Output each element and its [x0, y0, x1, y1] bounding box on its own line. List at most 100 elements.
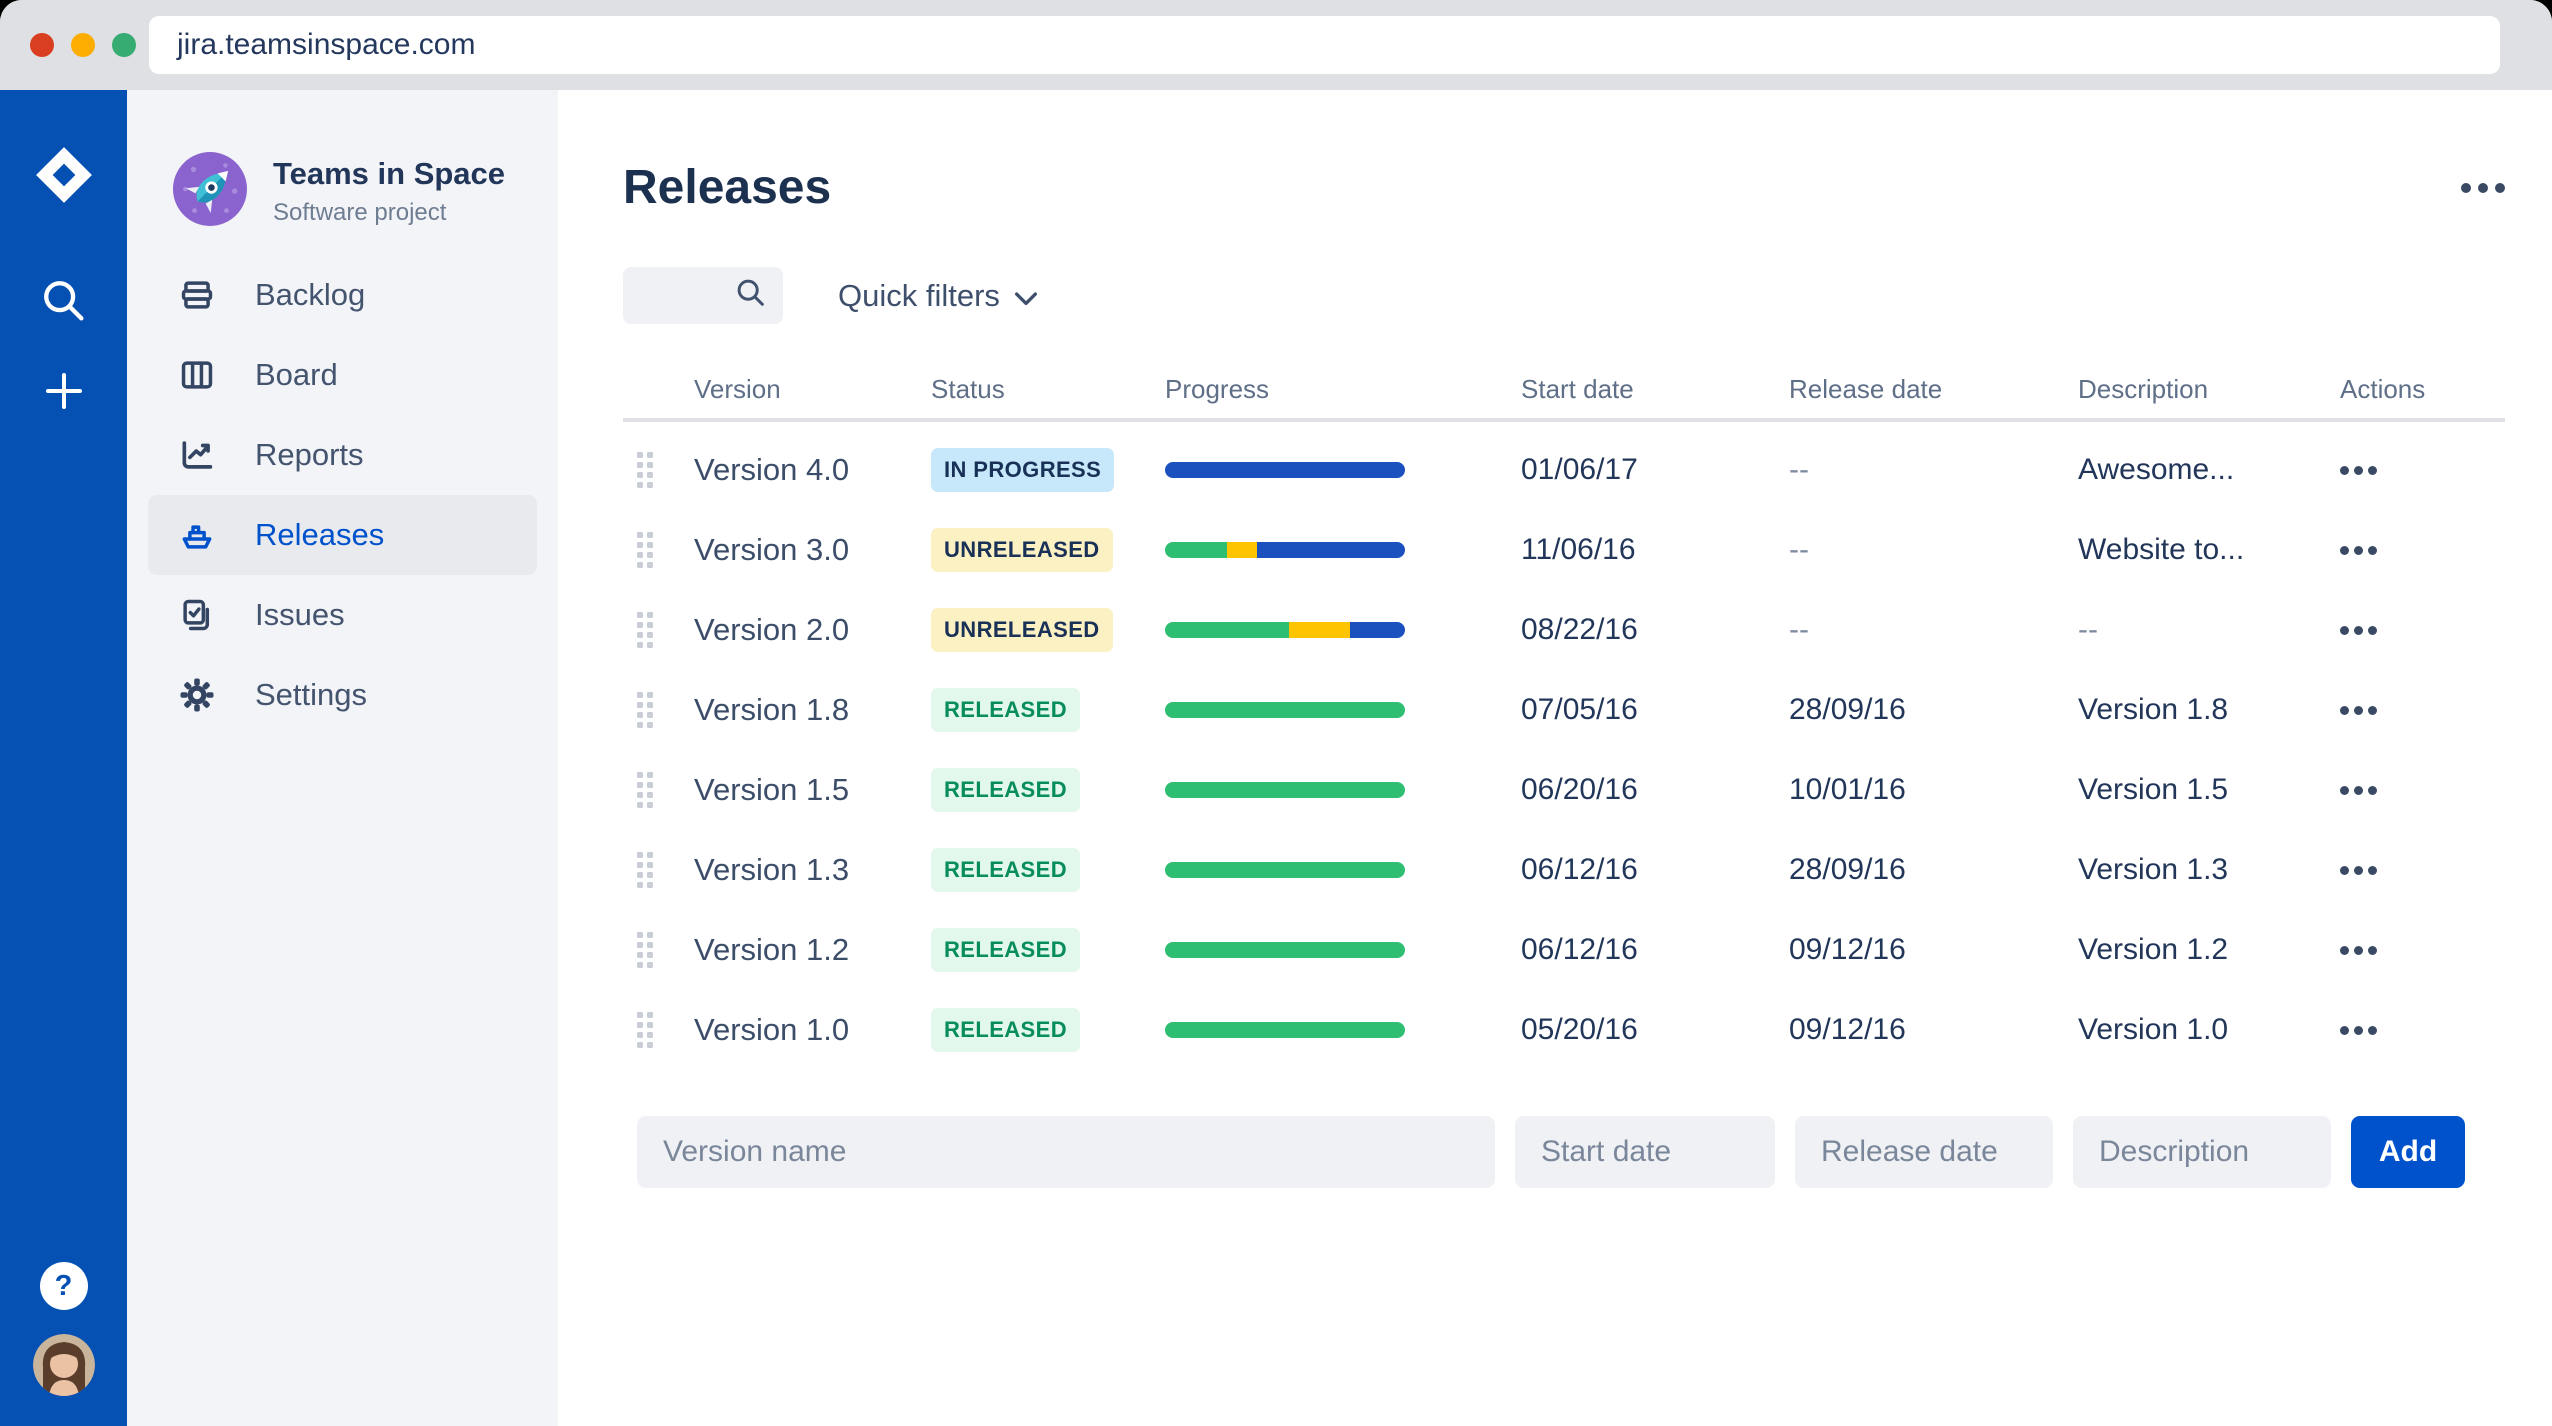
zoom-window-button[interactable] [112, 33, 136, 57]
description: -- [2078, 613, 2098, 646]
version-name: Version 1.0 [694, 1012, 850, 1047]
sidebar-item-board[interactable]: Board [148, 335, 537, 415]
backlog-icon [177, 276, 217, 314]
releases-table: Version Status Progress Start date Relea… [623, 374, 2505, 1070]
drag-handle[interactable] [637, 532, 653, 568]
status-badge: RELEASED [931, 768, 1080, 812]
release-date: -- [1789, 533, 1809, 566]
sidebar-item-backlog[interactable]: Backlog [148, 255, 537, 335]
address-bar[interactable]: jira.teamsinspace.com [149, 16, 2500, 74]
release-search-box[interactable] [623, 267, 783, 324]
version-name: Version 1.5 [694, 772, 850, 807]
start-date: 05/20/16 [1521, 1013, 1638, 1046]
drag-handle[interactable] [637, 1012, 653, 1048]
description: Version 1.8 [2078, 693, 2229, 726]
table-row: Version 1.8 RELEASED 07/05/16 28/09/16 V… [623, 670, 2505, 750]
window-controls [30, 33, 136, 57]
description: Website to... [2078, 533, 2245, 566]
description: Version 1.3 [2078, 853, 2229, 886]
sidebar-item-releases[interactable]: Releases [148, 495, 537, 575]
progress-bar [1165, 782, 1405, 798]
reports-icon [177, 436, 217, 474]
progress-bar [1165, 942, 1405, 958]
status-badge: RELEASED [931, 928, 1080, 972]
release-search-input[interactable] [637, 279, 734, 312]
start-date: 06/20/16 [1521, 773, 1638, 806]
col-header-start-date: Start date [1521, 374, 1634, 404]
page-more-button[interactable] [2461, 182, 2505, 193]
table-row: Version 1.2 RELEASED 06/12/16 09/12/16 V… [623, 910, 2505, 990]
start-date-input[interactable] [1515, 1116, 1775, 1188]
table-row: Version 2.0 UNRELEASED 08/22/16 -- -- [623, 590, 2505, 670]
release-date-input[interactable] [1795, 1116, 2053, 1188]
sidebar-item-label: Board [255, 357, 338, 392]
quick-filters-label: Quick filters [838, 277, 1000, 313]
page-title: Releases [623, 161, 832, 214]
progress-segment-blue [1349, 622, 1405, 638]
project-header: Teams in Space Software project [127, 152, 558, 231]
drag-handle[interactable] [637, 612, 653, 648]
release-date: 09/12/16 [1789, 933, 1906, 966]
row-actions-button[interactable] [2340, 945, 2377, 955]
quick-filters-button[interactable]: Quick filters [838, 278, 1037, 314]
row-actions-button[interactable] [2340, 1025, 2377, 1035]
add-button[interactable]: Add [2351, 1116, 2465, 1188]
help-glyph: ? [54, 1269, 73, 1302]
start-date: 06/12/16 [1521, 933, 1638, 966]
description: Version 1.2 [2078, 933, 2229, 966]
row-actions-button[interactable] [2340, 465, 2377, 475]
add-version-form: Add [623, 1116, 2505, 1188]
sidebar-item-label: Releases [255, 517, 385, 552]
create-icon[interactable] [40, 367, 88, 415]
sidebar-item-label: Reports [255, 437, 364, 472]
sidebar-item-label: Backlog [255, 277, 366, 312]
help-icon[interactable]: ? [39, 1262, 88, 1310]
row-actions-button[interactable] [2340, 625, 2377, 635]
progress-segment-green [1165, 862, 1405, 878]
status-badge: UNRELEASED [931, 528, 1113, 572]
project-avatar [173, 152, 247, 231]
sidebar-item-settings[interactable]: Settings [148, 655, 537, 735]
close-window-button[interactable] [30, 33, 54, 57]
description: Version 1.5 [2078, 773, 2229, 806]
progress-segment-blue [1257, 542, 1405, 558]
version-name-input[interactable] [637, 1116, 1495, 1188]
status-badge: UNRELEASED [931, 608, 1113, 652]
table-row: Version 3.0 UNRELEASED 11/06/16 -- Websi… [623, 510, 2505, 590]
start-date: 08/22/16 [1521, 613, 1638, 646]
drag-handle[interactable] [637, 772, 653, 808]
row-actions-button[interactable] [2340, 865, 2377, 875]
sidebar-item-label: Settings [255, 677, 368, 712]
sidebar-item-label: Issues [255, 597, 345, 632]
drag-handle[interactable] [637, 692, 653, 728]
project-sidebar: Teams in Space Software project Backlog [127, 90, 558, 1426]
release-date: 09/12/16 [1789, 1013, 1906, 1046]
col-header-status: Status [931, 374, 1005, 404]
user-avatar[interactable] [32, 1334, 95, 1396]
global-search-icon[interactable] [38, 275, 90, 327]
drag-handle[interactable] [637, 932, 653, 968]
row-actions-button[interactable] [2340, 785, 2377, 795]
status-badge: IN PROGRESS [931, 448, 1115, 492]
minimize-window-button[interactable] [71, 33, 95, 57]
description-input[interactable] [2073, 1116, 2331, 1188]
drag-handle[interactable] [637, 452, 653, 488]
progress-segment-green [1165, 542, 1228, 558]
progress-bar [1165, 1022, 1405, 1038]
start-date: 07/05/16 [1521, 693, 1638, 726]
release-date: -- [1789, 453, 1809, 486]
status-badge: RELEASED [931, 848, 1080, 892]
table-row: Version 4.0 IN PROGRESS 01/06/17 -- Awes… [623, 430, 2505, 510]
row-actions-button[interactable] [2340, 545, 2377, 555]
status-badge: RELEASED [931, 688, 1080, 732]
progress-bar [1165, 462, 1405, 478]
col-header-description: Description [2078, 374, 2209, 404]
version-name: Version 2.0 [694, 612, 850, 647]
sidebar-item-issues[interactable]: Issues [148, 575, 537, 655]
ship-icon [177, 516, 217, 554]
drag-handle[interactable] [637, 852, 653, 888]
sidebar-item-reports[interactable]: Reports [148, 415, 537, 495]
progress-segment-green [1165, 1022, 1405, 1038]
jira-logo-icon[interactable] [33, 144, 95, 211]
row-actions-button[interactable] [2340, 705, 2377, 715]
